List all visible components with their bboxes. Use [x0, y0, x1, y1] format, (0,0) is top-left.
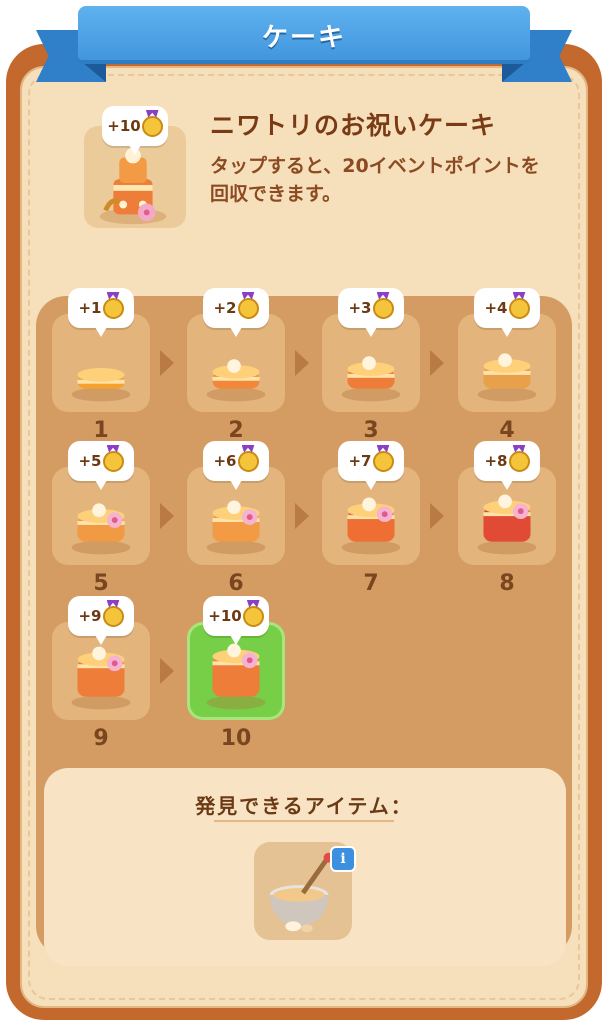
event-medal-icon: [508, 450, 530, 472]
event-medal-icon: [508, 297, 530, 319]
chain-arrow-icon: [295, 503, 309, 529]
banner-title: ケーキ: [261, 22, 346, 53]
level-reward-label: +4: [484, 299, 508, 317]
level-number: 6: [228, 571, 244, 596]
level-number: 4: [499, 418, 515, 443]
level-tile-6[interactable]: +6: [187, 441, 285, 565]
title-banner: ケーキ: [78, 6, 530, 64]
discoverable-items-title: 発見できるアイテム：: [195, 794, 413, 818]
level-reward-badge: +1: [68, 288, 134, 337]
level-reward-badge: +9: [68, 596, 134, 645]
level-tile-10[interactable]: +10: [187, 596, 285, 720]
event-medal-icon: [102, 450, 124, 472]
chain-arrow-icon: [160, 658, 174, 684]
level-tile-1[interactable]: +1: [52, 288, 150, 412]
event-medal-icon: [102, 605, 124, 627]
level-reward-badge: +5: [68, 441, 134, 490]
chain-arrow-icon: [160, 503, 174, 529]
level-reward-label: +7: [348, 452, 372, 470]
featured-reward-badge: +10: [102, 106, 168, 155]
level-reward-badge: +4: [474, 288, 540, 337]
level-reward-badge: +10: [203, 596, 269, 645]
level-reward-label: +8: [484, 452, 508, 470]
level-number: 9: [93, 726, 109, 751]
level-reward-badge: +6: [203, 441, 269, 490]
level-number: 5: [93, 571, 109, 596]
featured-reward-label: +10: [107, 117, 141, 135]
level-reward-label: +1: [78, 299, 102, 317]
level-reward-label: +10: [208, 607, 242, 625]
level-reward-label: +6: [213, 452, 237, 470]
level-reward-label: +5: [78, 452, 102, 470]
level-tile-3[interactable]: +3: [322, 288, 420, 412]
level-tile-9[interactable]: +9: [52, 596, 150, 720]
level-reward-label: +2: [213, 299, 237, 317]
chain-arrow-icon: [295, 350, 309, 376]
level-number: 3: [363, 418, 379, 443]
event-medal-icon: [102, 297, 124, 319]
level-reward-badge: +2: [203, 288, 269, 337]
level-number: 2: [228, 418, 244, 443]
item-description: タップすると、20イベントポイントを回収できます。: [210, 155, 540, 205]
level-reward-badge: +8: [474, 441, 540, 490]
level-number: 7: [363, 571, 379, 596]
level-number: 1: [93, 418, 109, 443]
level-tile-4[interactable]: +4: [458, 288, 556, 412]
level-tile-7[interactable]: +7: [322, 441, 420, 565]
event-medal-icon: [372, 297, 394, 319]
chain-arrow-icon: [160, 350, 174, 376]
items-title-divider: [214, 820, 394, 822]
item-title: ニワトリのお祝いケーキ: [210, 111, 497, 140]
level-tile-5[interactable]: +5: [52, 441, 150, 565]
featured-cake-tile[interactable]: +10: [84, 106, 186, 228]
level-reward-badge: +3: [338, 288, 404, 337]
level-tile-8[interactable]: +8: [458, 441, 556, 565]
event-medal-icon: [141, 115, 163, 137]
event-medal-icon: [237, 297, 259, 319]
info-icon[interactable]: i: [330, 846, 356, 872]
level-tile-2[interactable]: +2: [187, 288, 285, 412]
level-number: 10: [220, 726, 252, 751]
level-reward-badge: +7: [338, 441, 404, 490]
level-reward-label: +3: [348, 299, 372, 317]
level-reward-label: +9: [78, 607, 102, 625]
level-number: 8: [499, 571, 515, 596]
event-medal-icon: [242, 605, 264, 627]
chain-arrow-icon: [430, 503, 444, 529]
event-medal-icon: [372, 450, 394, 472]
chain-arrow-icon: [430, 350, 444, 376]
event-medal-icon: [237, 450, 259, 472]
